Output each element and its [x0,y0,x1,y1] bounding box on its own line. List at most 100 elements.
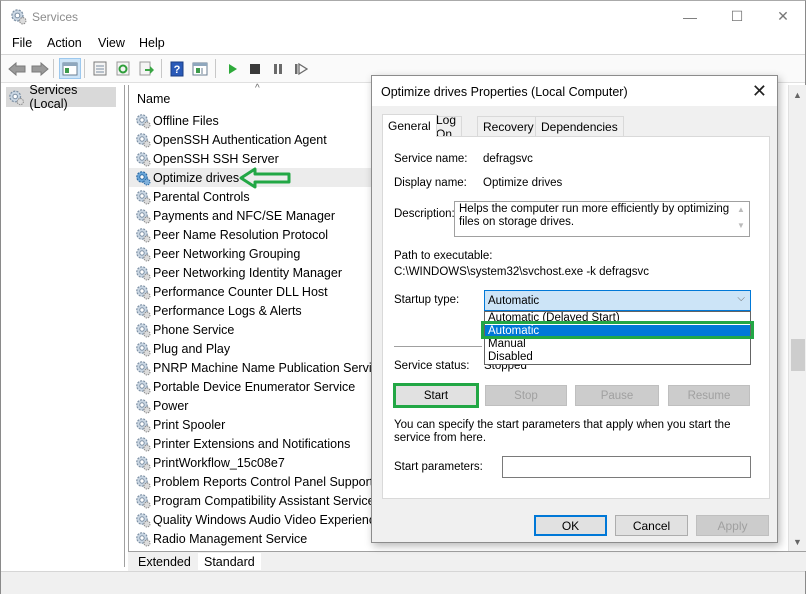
show-hide-action-pane-button[interactable] [189,58,211,79]
sort-ascending-icon: ^ [255,83,260,94]
description-scrollbar[interactable]: ▲ ▼ [733,202,749,236]
apply-button[interactable]: Apply [696,515,769,536]
service-name: Offline Files [153,113,219,128]
start-button[interactable]: Start [393,383,479,408]
menu-bar: File Action View Help [1,32,805,55]
properties-button[interactable] [89,58,111,79]
service-row[interactable]: Performance Counter DLL Host [129,282,374,301]
option-automatic-delayed[interactable]: Automatic (Delayed Start) [485,312,750,325]
service-row[interactable]: Payments and NFC/SE Manager [129,206,374,225]
resume-button[interactable]: Resume [668,385,750,406]
service-row[interactable]: OpenSSH Authentication Agent [129,130,374,149]
display-name-value: Optimize drives [483,177,563,189]
forward-button[interactable] [29,58,51,79]
scroll-thumb[interactable] [791,339,805,371]
start-params-hint: You can specify the start parameters tha… [394,419,731,444]
service-row[interactable]: Peer Name Resolution Protocol [129,225,374,244]
service-row[interactable]: Radio Management Service [129,529,374,548]
startup-type-select[interactable]: Automatic ⌵ [484,290,751,311]
startup-type-label: Startup type: [394,294,460,306]
service-name: Phone Service [153,322,235,337]
service-gear-icon [136,189,151,205]
back-button[interactable] [6,58,28,79]
dialog-close-icon[interactable]: ✕ [752,81,767,102]
cancel-button[interactable]: Cancel [615,515,688,536]
stop-service-button[interactable] [244,58,266,79]
service-name: PrintWorkflow_15c08e7 [153,455,285,470]
service-row[interactable]: Peer Networking Grouping [129,244,374,263]
minimize-button[interactable]: — [667,1,713,32]
startup-type-value: Automatic [488,294,540,307]
stop-icon [250,63,260,74]
ok-button[interactable]: OK [534,515,607,536]
toolbar-separator [215,59,216,78]
menu-help[interactable]: Help [139,36,165,50]
menu-action[interactable]: Action [47,36,82,50]
option-disabled[interactable]: Disabled [485,351,750,364]
tab-general[interactable]: General [382,114,437,137]
tree-item-services-local[interactable]: Services (Local) [6,83,116,111]
show-hide-console-tree-button[interactable] [59,58,81,79]
service-row[interactable]: Portable Device Enumerator Service [129,377,374,396]
service-row[interactable]: PrintWorkflow_15c08e7 [129,453,374,472]
close-button[interactable]: ✕ [760,1,806,32]
annotation-arrow-icon [239,167,291,189]
scroll-down-icon[interactable]: ▼ [789,533,806,550]
service-name: Performance Logs & Alerts [153,303,302,318]
tree-item-label: Services (Local) [29,83,78,111]
dialog-title: Optimize drives Properties (Local Comput… [381,85,628,99]
service-row[interactable]: Print Spooler [129,415,374,434]
service-name: Quality Windows Audio Video Experience [153,512,383,527]
services-icon [9,90,25,105]
scroll-up-icon[interactable]: ▲ [789,86,806,103]
refresh-icon [116,61,130,76]
service-row[interactable]: Offline Files [129,111,374,130]
service-gear-icon [136,208,151,224]
service-row[interactable]: Quality Windows Audio Video Experience [129,510,382,529]
option-automatic[interactable]: Automatic [485,325,750,338]
start-params-input[interactable] [502,456,751,478]
refresh-button[interactable] [112,58,134,79]
service-row[interactable]: Peer Networking Identity Manager [129,263,374,282]
service-name: Plug and Play [153,341,231,356]
service-row[interactable]: PNRP Machine Name Publication Service [129,358,385,377]
path-label: Path to executable: [394,250,493,262]
service-row[interactable]: Performance Logs & Alerts [129,301,374,320]
menu-view[interactable]: View [98,36,125,50]
menu-file[interactable]: File [12,36,32,50]
service-row[interactable]: Parental Controls [129,187,374,206]
pause-service-button[interactable] [267,58,289,79]
maximize-button[interactable]: ☐ [714,1,760,32]
stop-button[interactable]: Stop [485,385,567,406]
service-row[interactable]: Power [129,396,374,415]
help-button[interactable]: ? [166,58,188,79]
start-service-button[interactable] [221,58,243,79]
service-row[interactable]: Problem Reports Control Panel Support [129,472,374,491]
description-box[interactable]: Helps the computer run more efficiently … [454,201,750,237]
tab-dependencies[interactable]: Dependencies [535,116,624,136]
service-gear-icon [136,417,151,433]
service-name: Payments and NFC/SE Manager [153,208,336,223]
service-gear-icon [136,113,151,129]
service-row[interactable]: Printer Extensions and Notifications [129,434,374,453]
display-name-label: Display name: [394,177,467,189]
service-row[interactable]: Program Compatibility Assistant Service [129,491,375,510]
service-row[interactable]: Plug and Play [129,339,374,358]
tab-recovery[interactable]: Recovery [477,116,540,136]
description-label: Description: [394,208,455,220]
service-gear-icon [136,474,151,490]
service-gear-icon [136,265,151,281]
service-row[interactable]: OpenSSH SSH Server [129,149,374,168]
console-tree-icon [62,62,78,75]
restart-service-button[interactable] [290,58,312,79]
service-name: Portable Device Enumerator Service [153,379,356,394]
pause-button[interactable]: Pause [575,385,659,406]
export-list-button[interactable] [135,58,157,79]
option-manual[interactable]: Manual [485,338,750,351]
tab-extended[interactable]: Extended [132,553,197,570]
service-gear-icon [136,170,151,186]
tab-standard[interactable]: Standard [198,553,261,570]
service-row[interactable]: Phone Service [129,320,374,339]
vertical-scrollbar[interactable]: ▲ ▼ [788,85,806,551]
service-gear-icon [136,512,151,528]
